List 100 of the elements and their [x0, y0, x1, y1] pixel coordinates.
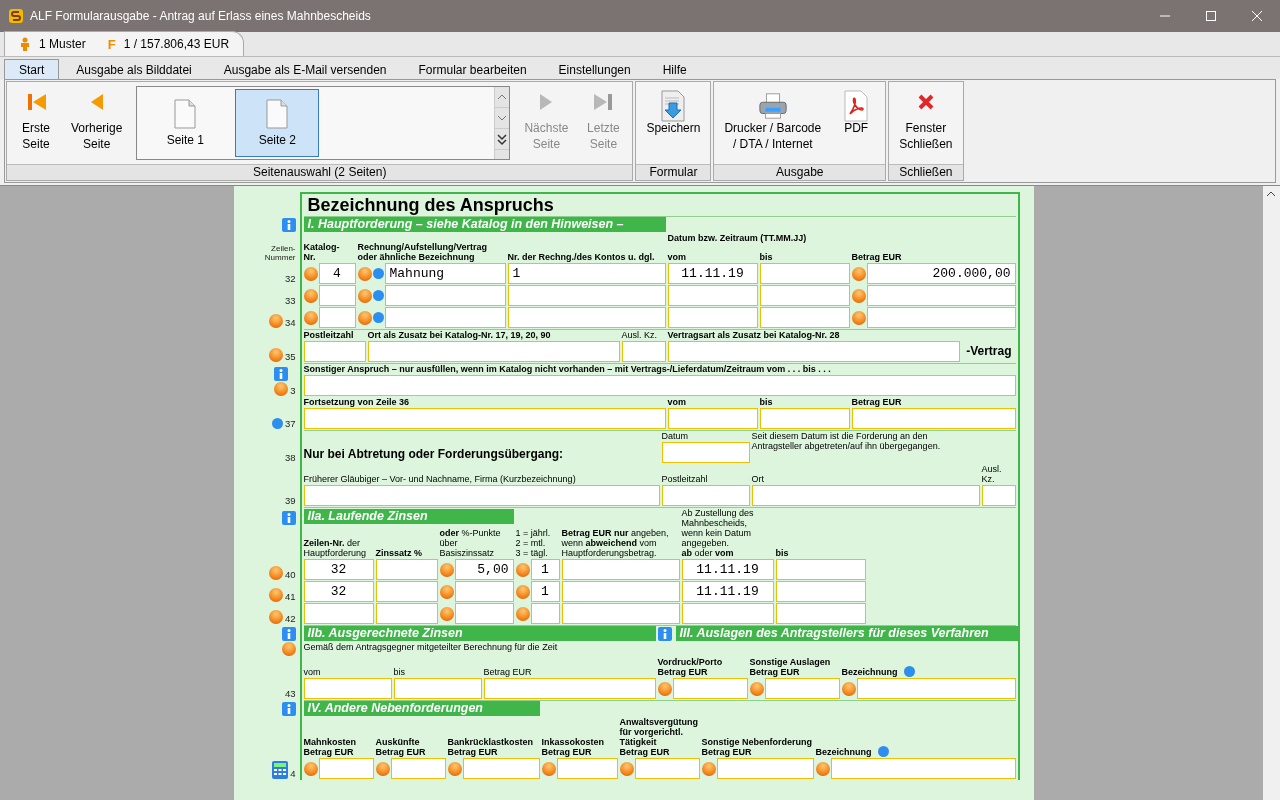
picker-button[interactable] — [303, 266, 318, 281]
info-icon[interactable] — [281, 702, 296, 716]
input-field[interactable] — [375, 581, 438, 602]
input-field[interactable]: 32 — [303, 581, 374, 602]
input-field[interactable] — [667, 341, 961, 362]
tab[interactable]: Einstellungen — [543, 59, 646, 79]
calculator-icon[interactable] — [272, 761, 289, 779]
tab[interactable]: Ausgabe als Bilddatei — [61, 59, 207, 79]
input-field[interactable] — [775, 581, 866, 602]
input-field[interactable] — [681, 603, 774, 624]
picker-button[interactable] — [701, 761, 716, 776]
input-field[interactable] — [454, 603, 514, 624]
tab[interactable]: Hilfe — [647, 59, 702, 79]
picker-button[interactable] — [515, 584, 530, 599]
picker-button[interactable] — [749, 681, 764, 696]
input-field[interactable]: Mahnung — [384, 263, 506, 284]
picker-button[interactable] — [439, 562, 454, 577]
ribbon-button[interactable]: Fenster Schließen — [893, 84, 959, 162]
input-field[interactable] — [507, 307, 666, 328]
picker-button[interactable] — [619, 761, 634, 776]
input-field[interactable] — [393, 678, 482, 699]
input-field[interactable] — [561, 603, 680, 624]
input-field[interactable] — [775, 559, 866, 580]
picker-button[interactable] — [851, 288, 866, 303]
input-field[interactable] — [454, 581, 514, 602]
ribbon-button[interactable]: PDF — [831, 84, 882, 162]
picker-button[interactable] — [303, 288, 318, 303]
scrollbar[interactable] — [1263, 186, 1280, 800]
input-field[interactable] — [667, 408, 758, 429]
input-field[interactable] — [830, 758, 1016, 779]
picker-button[interactable] — [268, 314, 283, 328]
input-field[interactable] — [390, 758, 446, 779]
info-icon[interactable] — [281, 511, 296, 525]
picker-button[interactable] — [357, 310, 372, 325]
input-field[interactable] — [764, 678, 840, 699]
picker-button[interactable] — [303, 761, 318, 776]
input-field[interactable] — [667, 307, 758, 328]
nav-button[interactable]: Erste Seite — [11, 84, 61, 162]
picker-button[interactable] — [303, 310, 318, 325]
input-field[interactable] — [303, 408, 666, 429]
ribbon-button[interactable]: Speichern — [640, 84, 707, 162]
input-field[interactable] — [384, 285, 506, 306]
picker-button[interactable] — [541, 761, 556, 776]
picker-button[interactable] — [268, 588, 283, 602]
input-field[interactable] — [303, 603, 374, 624]
input-field[interactable] — [866, 307, 1016, 328]
input-field[interactable] — [483, 678, 656, 699]
input-field[interactable] — [384, 307, 506, 328]
input-field[interactable]: 11.11.19 — [667, 263, 758, 284]
input-field[interactable] — [661, 485, 750, 506]
input-field[interactable] — [759, 307, 850, 328]
input-field[interactable] — [751, 485, 980, 506]
picker-button[interactable] — [657, 681, 672, 696]
picker-button[interactable] — [274, 382, 289, 396]
info-icon[interactable] — [274, 367, 289, 381]
input-field[interactable] — [561, 559, 680, 580]
input-field[interactable] — [318, 758, 374, 779]
input-field[interactable] — [561, 581, 680, 602]
input-field[interactable]: 11.11.19 — [681, 581, 774, 602]
input-field[interactable]: 1 — [530, 581, 560, 602]
picker-button[interactable] — [268, 610, 283, 624]
input-field[interactable] — [672, 678, 748, 699]
ribbon-button[interactable]: Drucker / Barcode / DTA / Internet — [718, 84, 828, 162]
info-icon[interactable] — [657, 626, 672, 641]
input-field[interactable] — [634, 758, 700, 779]
input-field[interactable] — [981, 485, 1016, 506]
input-field[interactable]: 5,00 — [454, 559, 514, 580]
nav-button[interactable]: Vorherige Seite — [65, 84, 129, 162]
input-field[interactable] — [318, 285, 356, 306]
input-field[interactable] — [716, 758, 814, 779]
input-field[interactable]: 200.000,00 — [866, 263, 1016, 284]
input-field[interactable] — [856, 678, 1016, 699]
input-field[interactable] — [866, 285, 1016, 306]
picker-button[interactable] — [439, 606, 454, 621]
input-field[interactable] — [775, 603, 866, 624]
picker-button[interactable] — [439, 584, 454, 599]
input-field[interactable] — [556, 758, 618, 779]
input-field[interactable] — [375, 603, 438, 624]
tab[interactable]: Formular bearbeiten — [403, 59, 542, 79]
input-field[interactable] — [759, 408, 850, 429]
input-field[interactable] — [367, 341, 620, 362]
input-field[interactable] — [303, 341, 366, 362]
input-field[interactable]: 1 — [507, 263, 666, 284]
input-field[interactable] — [759, 263, 850, 284]
input-field[interactable] — [462, 758, 540, 779]
input-field[interactable] — [375, 559, 438, 580]
picker-button[interactable] — [281, 642, 296, 656]
page-thumbnail[interactable]: Seite 1 — [143, 89, 228, 157]
picker-button[interactable] — [841, 681, 856, 696]
input-field[interactable]: 11.11.19 — [681, 559, 774, 580]
input-field[interactable]: 4 — [318, 263, 356, 284]
picker-button[interactable] — [268, 566, 283, 580]
picker-button[interactable] — [357, 288, 372, 303]
input-field[interactable] — [667, 285, 758, 306]
input-field[interactable] — [851, 408, 1016, 429]
input-field[interactable] — [530, 603, 560, 624]
input-field[interactable] — [303, 485, 660, 506]
picker-button[interactable] — [268, 348, 283, 362]
input-field[interactable]: 1 — [530, 559, 560, 580]
picker-button[interactable] — [375, 761, 390, 776]
